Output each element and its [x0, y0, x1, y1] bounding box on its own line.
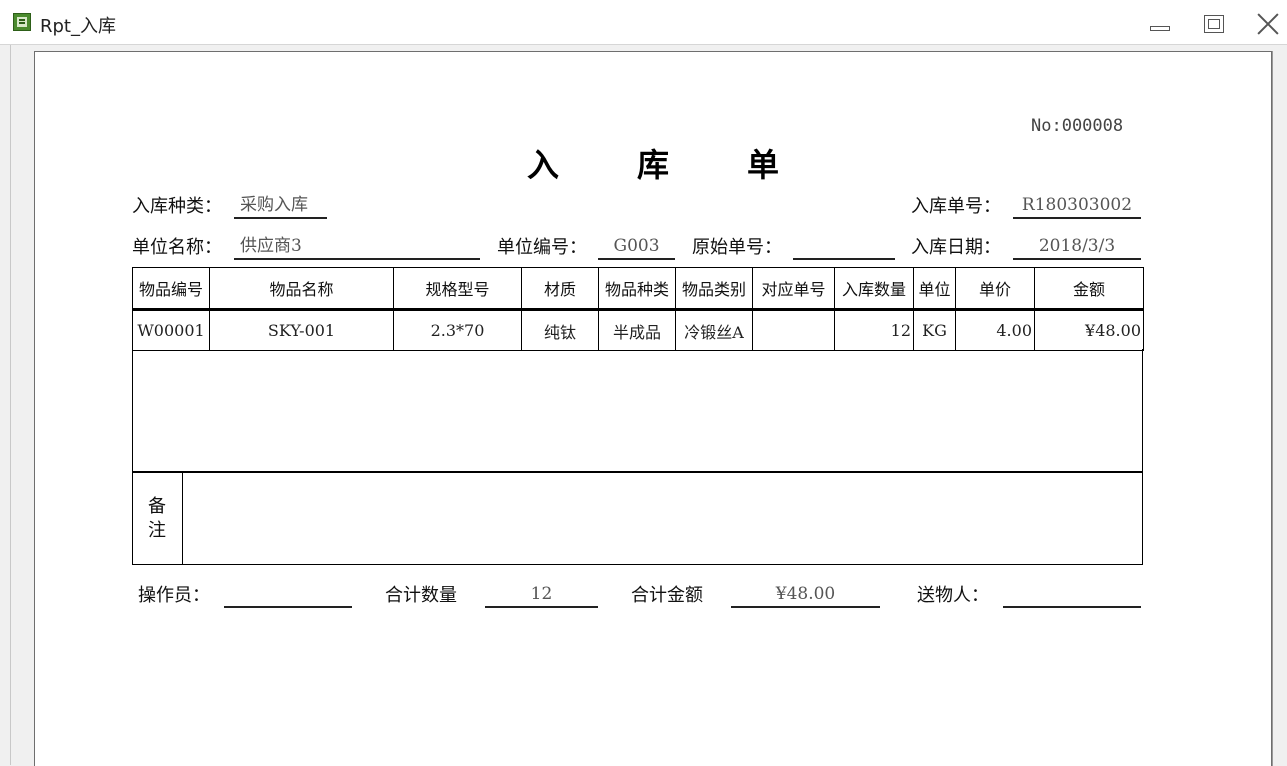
table-header-cell: 金额	[1034, 267, 1144, 310]
maximize-icon[interactable]	[1202, 12, 1226, 36]
unit-code-label: 单位编号：	[497, 237, 587, 258]
close-icon[interactable]	[1256, 12, 1280, 36]
item-code-cell: W00001	[132, 309, 210, 351]
material-cell: 纯钛	[521, 309, 599, 351]
item-category-cell: 冷锻丝A	[675, 309, 753, 351]
orig-no-value	[793, 234, 895, 260]
title-bar: Rpt_入库	[0, 0, 1287, 45]
item-name-cell: SKY-001	[209, 309, 394, 351]
order-no-value: R180303002	[1013, 193, 1141, 219]
table-header-cell: 物品名称	[209, 267, 394, 310]
unit-name-value: 供应商3	[234, 234, 480, 260]
items-table: 物品编号 物品名称 规格型号 材质 物品种类 物品类别 对应单号 入库数量 单位…	[132, 267, 1144, 351]
serial-number: No:000008	[1031, 116, 1124, 136]
minimize-icon[interactable]	[1148, 12, 1172, 36]
table-header-cell: 单位	[913, 267, 956, 310]
sender-label: 送物人：	[917, 585, 989, 606]
table-header-cell: 物品类别	[675, 267, 753, 310]
type-value: 采购入库	[234, 193, 327, 219]
table-header-cell: 入库数量	[834, 267, 914, 310]
total-qty-value: 12	[485, 582, 598, 608]
order-no-label: 入库单号：	[911, 196, 1001, 217]
spec-cell: 2.3*70	[393, 309, 522, 351]
table-header-cell: 对应单号	[752, 267, 835, 310]
date-value: 2018/3/3	[1013, 234, 1141, 260]
operator-value	[224, 582, 352, 608]
orig-no-label: 原始单号：	[692, 237, 782, 258]
document-title: 入库单	[526, 146, 857, 184]
table-header-cell: 物品编号	[132, 267, 210, 310]
report-page: No:000008 入库单 入库种类： 采购入库 入库单号： R18030300…	[34, 51, 1272, 766]
type-label: 入库种类：	[132, 196, 222, 217]
table-header-cell: 物品种类	[598, 267, 676, 310]
report-app-icon	[13, 13, 31, 31]
table-row: W00001 SKY-001 2.3*70 纯钛 半成品 冷锻丝A 12 KG …	[132, 309, 1144, 351]
item-kind-cell: 半成品	[598, 309, 676, 351]
table-header-cell: 材质	[521, 267, 599, 310]
sender-value	[1003, 582, 1141, 608]
remark-label: 备 注	[132, 472, 183, 565]
total-qty-label: 合计数量	[385, 585, 457, 606]
unit-code-value: G003	[598, 234, 675, 260]
unit-name-label: 单位名称：	[132, 237, 222, 258]
operator-label: 操作员：	[138, 585, 210, 606]
unit-price-cell: 4.00	[955, 309, 1035, 351]
table-header-cell: 规格型号	[393, 267, 522, 310]
table-header-row: 物品编号 物品名称 规格型号 材质 物品种类 物品类别 对应单号 入库数量 单位…	[132, 267, 1144, 310]
window-title: Rpt_入库	[40, 16, 116, 37]
total-amount-value: ¥48.00	[731, 582, 880, 608]
quantity-cell: 12	[834, 309, 914, 351]
date-label: 入库日期：	[911, 237, 1001, 258]
remark-box	[132, 472, 1143, 565]
table-blank-area	[132, 349, 1143, 472]
total-amount-label: 合计金额	[631, 585, 703, 606]
ref-no-cell	[752, 309, 835, 351]
unit-cell: KG	[913, 309, 956, 351]
table-header-cell: 单价	[955, 267, 1035, 310]
amount-cell: ¥48.00	[1034, 309, 1144, 351]
